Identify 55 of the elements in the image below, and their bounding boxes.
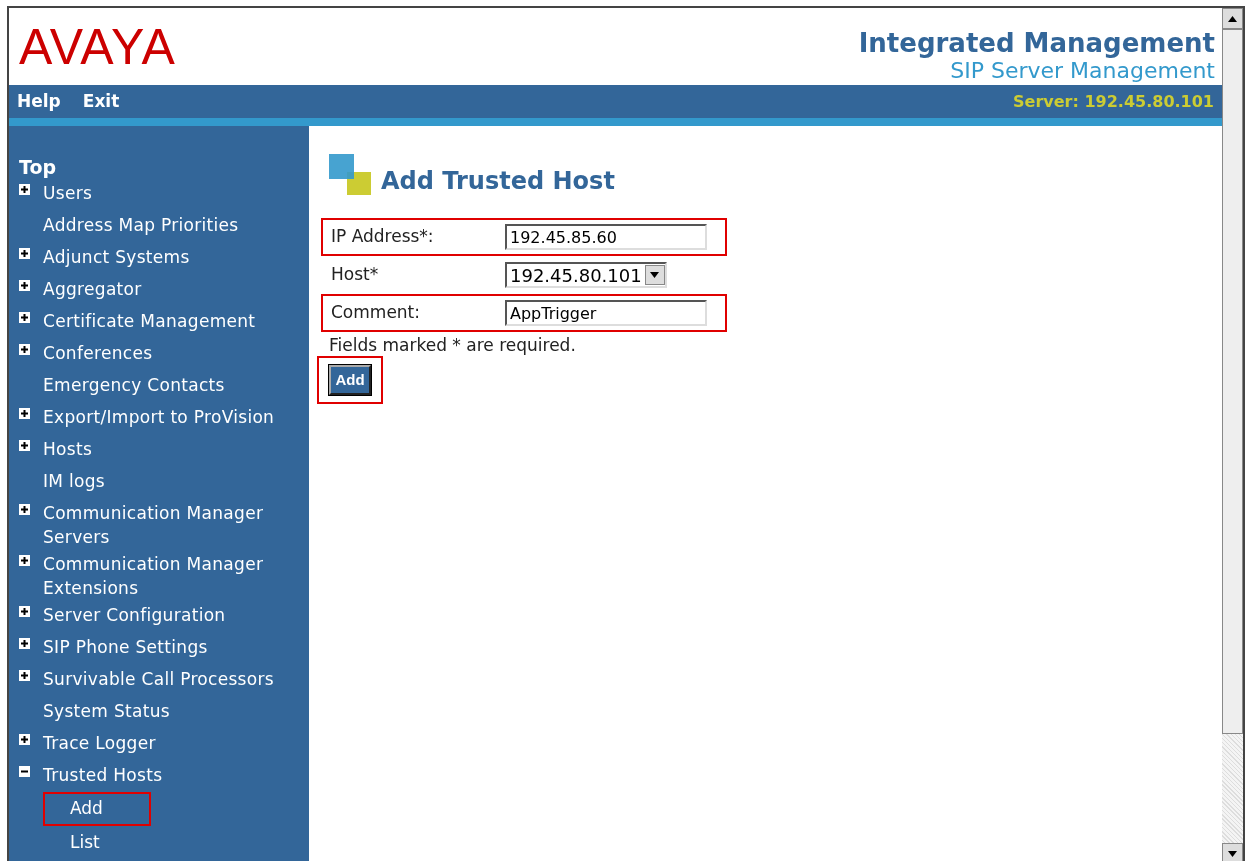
server-label: Server: 192.45.80.101: [1013, 90, 1214, 113]
expand-icon[interactable]: [19, 504, 30, 515]
collapse-icon[interactable]: [19, 766, 30, 777]
app-subtitle: SIP Server Management: [950, 58, 1215, 84]
expand-icon[interactable]: [19, 312, 30, 323]
nav-link[interactable]: Help: [17, 88, 61, 115]
sidebar-item[interactable]: Emergency Contacts: [43, 373, 305, 397]
sidebar-item[interactable]: Trusted Hosts: [43, 763, 305, 787]
sidebar-item[interactable]: Conferences: [43, 341, 305, 365]
sidebar-item[interactable]: SIP Phone Settings: [43, 635, 305, 659]
expand-icon[interactable]: [19, 344, 30, 355]
sidebar-item[interactable]: Export/Import to ProVision: [43, 405, 305, 429]
app-title: Integrated Management: [858, 28, 1215, 58]
add-button[interactable]: Add: [329, 365, 371, 395]
page-title: Add Trusted Host: [381, 166, 615, 196]
scroll-down-icon[interactable]: [1222, 843, 1243, 861]
expand-icon[interactable]: [19, 248, 30, 259]
sidebar-item[interactable]: IM logs: [43, 469, 305, 493]
sidebar-item[interactable]: System Status: [43, 699, 305, 723]
avaya-logo: AVAYA: [19, 22, 176, 72]
scroll-up-icon[interactable]: [1222, 8, 1243, 29]
sidebar-item[interactable]: Adjunct Systems: [43, 245, 305, 269]
dropdown-icon[interactable]: [644, 265, 665, 285]
sidebar-item[interactable]: Survivable Call Processors: [43, 667, 305, 691]
sidebar-item[interactable]: Users: [43, 181, 305, 205]
sidebar-item[interactable]: Aggregator: [43, 277, 305, 301]
field-label: Comment:: [331, 301, 422, 325]
field-label: Host*: [331, 263, 380, 287]
input-field[interactable]: 192.45.85.60: [505, 224, 707, 250]
sidebar-item[interactable]: Server Configuration: [43, 603, 305, 627]
expand-icon[interactable]: [19, 638, 30, 649]
sidebar-heading: Top: [19, 156, 58, 178]
sidebar-item[interactable]: Communication Manager Extensions: [43, 552, 305, 600]
input-field[interactable]: AppTrigger: [505, 300, 707, 326]
scroll-thumb[interactable]: [1222, 29, 1243, 734]
expand-icon[interactable]: [19, 606, 30, 617]
expand-icon[interactable]: [19, 440, 30, 451]
nav-link[interactable]: Exit: [82, 88, 120, 115]
squares-icon: [329, 154, 373, 196]
host-select[interactable]: 192.45.80.101: [505, 262, 667, 288]
required-note: Fields marked * are required.: [329, 334, 577, 356]
sidebar-subitem[interactable]: List: [43, 826, 151, 860]
sidebar-item[interactable]: Trace Logger: [43, 731, 305, 755]
sidebar-subitem[interactable]: Add: [43, 792, 151, 826]
sidebar-item[interactable]: Certificate Management: [43, 309, 305, 333]
field-label: IP Address*:: [331, 225, 435, 249]
expand-icon[interactable]: [19, 408, 30, 419]
sidebar-item[interactable]: Hosts: [43, 437, 305, 461]
sidebar-item[interactable]: Address Map Priorities: [43, 213, 305, 237]
expand-icon[interactable]: [19, 280, 30, 291]
expand-icon[interactable]: [19, 734, 30, 745]
expand-icon[interactable]: [19, 555, 30, 566]
expand-icon[interactable]: [19, 184, 30, 195]
sidebar-item[interactable]: Communication Manager Servers: [43, 501, 305, 549]
expand-icon[interactable]: [19, 670, 30, 681]
